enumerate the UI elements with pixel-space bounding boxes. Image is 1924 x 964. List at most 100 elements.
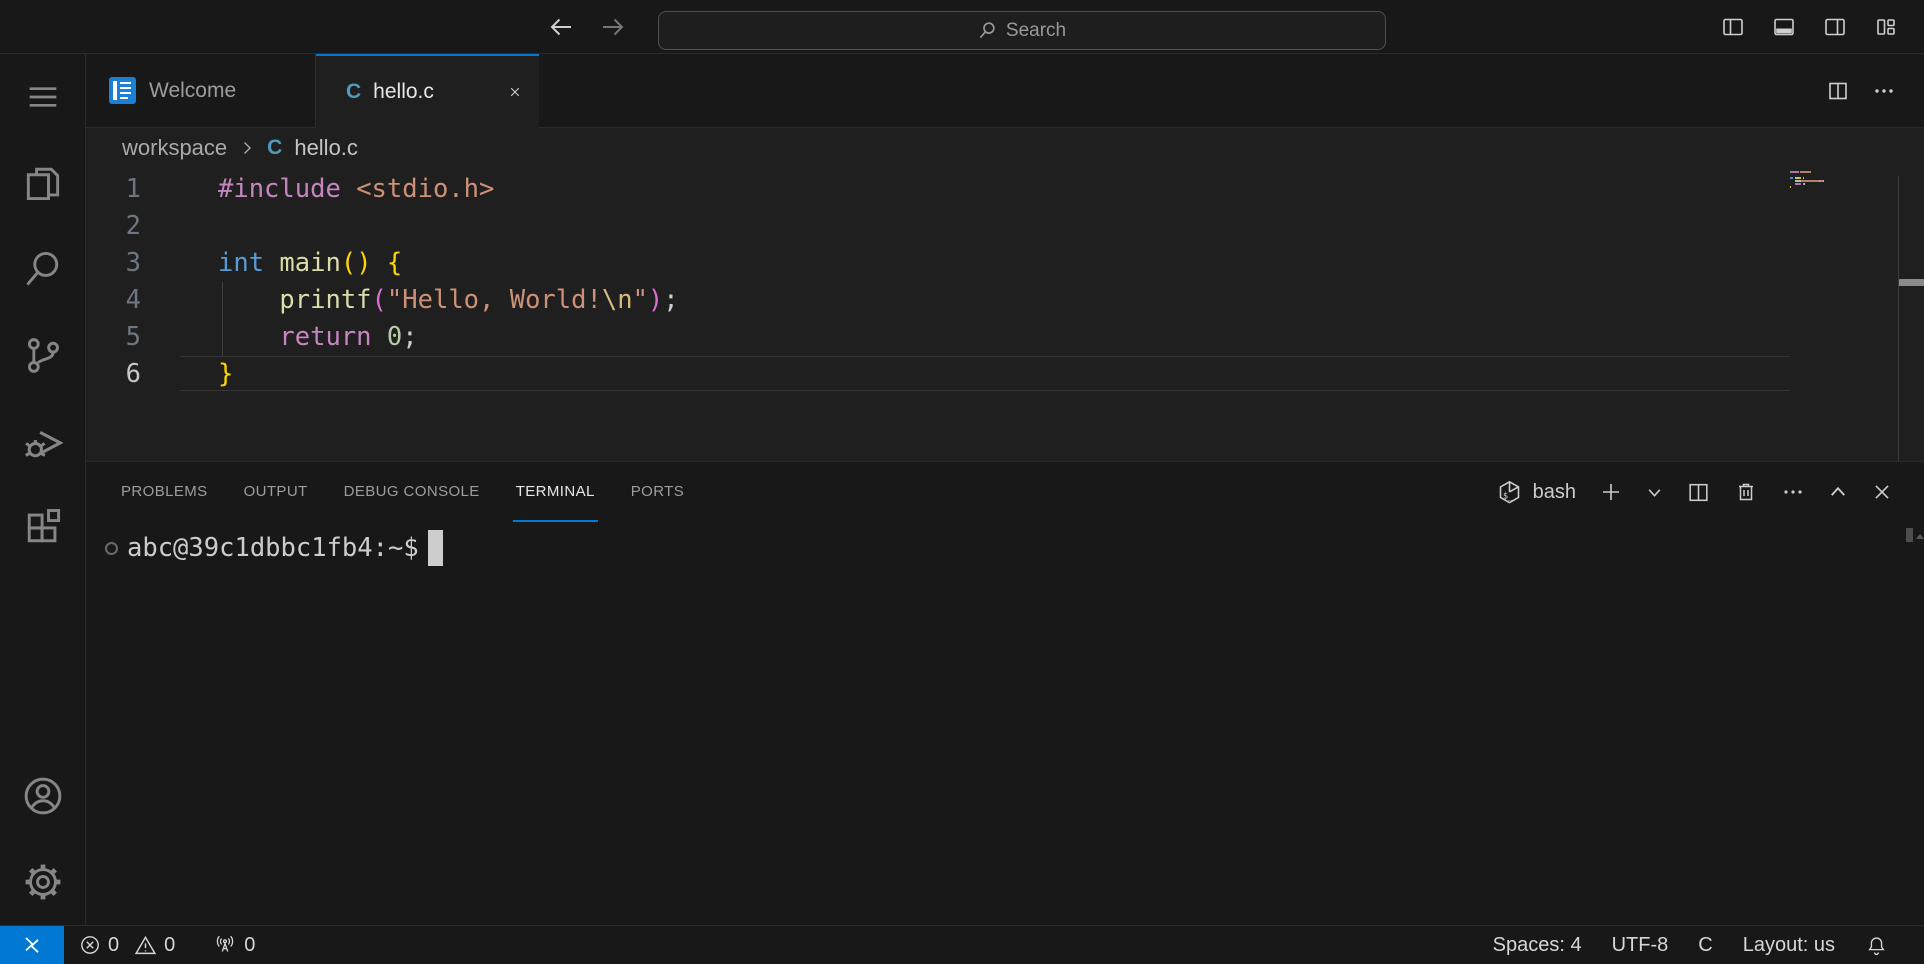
sidebar-item-search[interactable] (0, 226, 86, 312)
source-control-icon (27, 338, 59, 373)
terminal-prompt: abc@39c1dbbc1fb4:~$ (127, 533, 419, 563)
code-text: int main() { (218, 245, 402, 282)
split-editor-icon[interactable] (1826, 79, 1850, 103)
kill-terminal-icon[interactable] (1734, 480, 1758, 504)
run-debug-icon (24, 431, 64, 458)
forward-icon[interactable] (600, 14, 626, 40)
token-keyword: int (218, 248, 265, 278)
toggle-primary-sidebar-icon[interactable] (1721, 15, 1745, 39)
settings-button[interactable] (0, 839, 86, 925)
more-actions-icon[interactable] (1781, 480, 1805, 504)
new-terminal-icon[interactable] (1599, 480, 1623, 504)
code-editor[interactable]: 1 #include <stdio.h> 2 3 int main() {4 print… (86, 168, 1924, 461)
token-bracket1: { (386, 248, 403, 278)
settings-gear-icon (25, 864, 60, 900)
minimap-segment (1802, 177, 1804, 179)
breadcrumb-folder[interactable]: workspace (122, 135, 227, 161)
notifications-bell-icon[interactable] (1865, 934, 1888, 957)
panel-tab-output[interactable]: OUTPUT (241, 462, 311, 522)
close-tab-icon[interactable] (505, 82, 525, 102)
toggle-secondary-sidebar-icon[interactable] (1823, 15, 1847, 39)
tab-welcome[interactable]: Welcome (86, 54, 316, 127)
minimap-segment (1794, 180, 1802, 182)
panel-tab-terminal[interactable]: TERMINAL (512, 462, 598, 522)
token-punct: ; (402, 322, 418, 352)
panel-tab-problems[interactable]: PROBLEMS (118, 462, 211, 522)
token-escape: \n (601, 285, 633, 315)
menu-button[interactable] (0, 54, 86, 140)
line-number[interactable]: 5 (86, 319, 141, 356)
sidebar-item-run-debug[interactable] (0, 398, 86, 484)
search-box[interactable]: Search (658, 11, 1386, 50)
indentation-status[interactable]: Spaces: 4 (1493, 934, 1582, 957)
panel-tab-label: DEBUG CONSOLE (343, 482, 480, 500)
title-bar: Search (0, 0, 1924, 54)
code-line[interactable]: 2 (86, 208, 1924, 245)
code-line[interactable]: 3 int main() { (86, 245, 1924, 282)
breadcrumb-file[interactable]: hello.c (294, 135, 358, 161)
back-icon[interactable] (548, 14, 574, 40)
error-icon (81, 936, 99, 954)
customize-layout-icon[interactable] (1874, 15, 1898, 39)
terminal-cursor (427, 530, 443, 566)
token-function: main (279, 248, 341, 278)
line-number[interactable]: 2 (86, 208, 141, 245)
tab-hello-c[interactable]: C hello.c (316, 54, 539, 128)
token-string: " (632, 285, 648, 315)
bottom-panel: PROBLEMS OUTPUT DEBUG CONSOLE TERMINAL PORTS… (86, 461, 1924, 925)
code-area[interactable]: 1 #include <stdio.h> 2 3 int main() {4 print… (86, 168, 1924, 393)
problems-status[interactable]: 0 0 (79, 934, 175, 957)
encoding-status[interactable]: UTF-8 (1612, 934, 1669, 957)
close-panel-icon[interactable] (1871, 481, 1893, 503)
toggle-panel-icon[interactable] (1772, 15, 1796, 39)
code-text: } (218, 356, 233, 393)
token-punct: ; (663, 285, 679, 315)
shell-label: bash (1532, 480, 1576, 503)
line-number[interactable]: 1 (86, 171, 141, 208)
line-number[interactable]: 4 (86, 282, 141, 319)
line-number[interactable]: 3 (86, 245, 141, 282)
sidebar-item-extensions[interactable] (0, 484, 86, 570)
accounts-button[interactable] (0, 753, 86, 839)
ports-status[interactable]: 0 (213, 933, 255, 957)
sidebar-item-explorer[interactable] (0, 140, 86, 226)
code-text: #include <stdio.h> (218, 171, 494, 208)
split-terminal-icon[interactable] (1686, 480, 1711, 505)
minimap-segment (1803, 183, 1805, 185)
minimap-line (1790, 180, 1910, 182)
line-number[interactable]: 6 (86, 356, 141, 393)
code-line[interactable]: 1 #include <stdio.h> (86, 171, 1924, 208)
panel-tab-debug-console[interactable]: DEBUG CONSOLE (341, 462, 483, 522)
search-icon (979, 22, 995, 39)
radio-tower-icon (217, 935, 234, 952)
menu-icon (29, 87, 56, 107)
terminal-view[interactable]: abc@39c1dbbc1fb4:~$ (86, 522, 1924, 925)
status-bar: 0 0 0 Spaces: 4 UTF-8 C Layout: us (0, 925, 1924, 964)
terminal-shell-entry[interactable]: $_ bash (1496, 479, 1576, 506)
command-decoration-icon[interactable] (105, 541, 118, 555)
maximize-panel-icon[interactable] (1828, 482, 1848, 502)
minimap-segment (1794, 183, 1802, 185)
code-line[interactable]: 5 return 0; (86, 319, 1924, 356)
launch-profile-chevron-icon[interactable] (1646, 484, 1663, 501)
sidebar-item-source-control[interactable] (0, 312, 86, 398)
token-string: "Hello, World! (386, 285, 602, 315)
search-label: Search (1005, 19, 1067, 41)
extensions-icon (27, 509, 60, 543)
minimap[interactable] (1790, 171, 1910, 189)
keyboard-layout-status[interactable]: Layout: us (1743, 934, 1835, 957)
minimap-line (1790, 183, 1910, 185)
more-actions-icon[interactable] (1872, 79, 1896, 103)
tab-label: Welcome (149, 78, 237, 102)
minimap-segment (1823, 180, 1825, 182)
panel-tab-ports[interactable]: PORTS (628, 462, 687, 522)
code-line[interactable]: 4 printf("Hello, World!\n"); (86, 282, 1924, 319)
remote-indicator[interactable] (0, 926, 64, 964)
token-bracket2: ( (371, 285, 387, 315)
code-text: return 0; (218, 319, 418, 356)
code-line[interactable]: 6} (86, 356, 1924, 393)
terminal-scrollbar[interactable] (1906, 528, 1913, 542)
language-mode-status[interactable]: C (1698, 934, 1712, 957)
